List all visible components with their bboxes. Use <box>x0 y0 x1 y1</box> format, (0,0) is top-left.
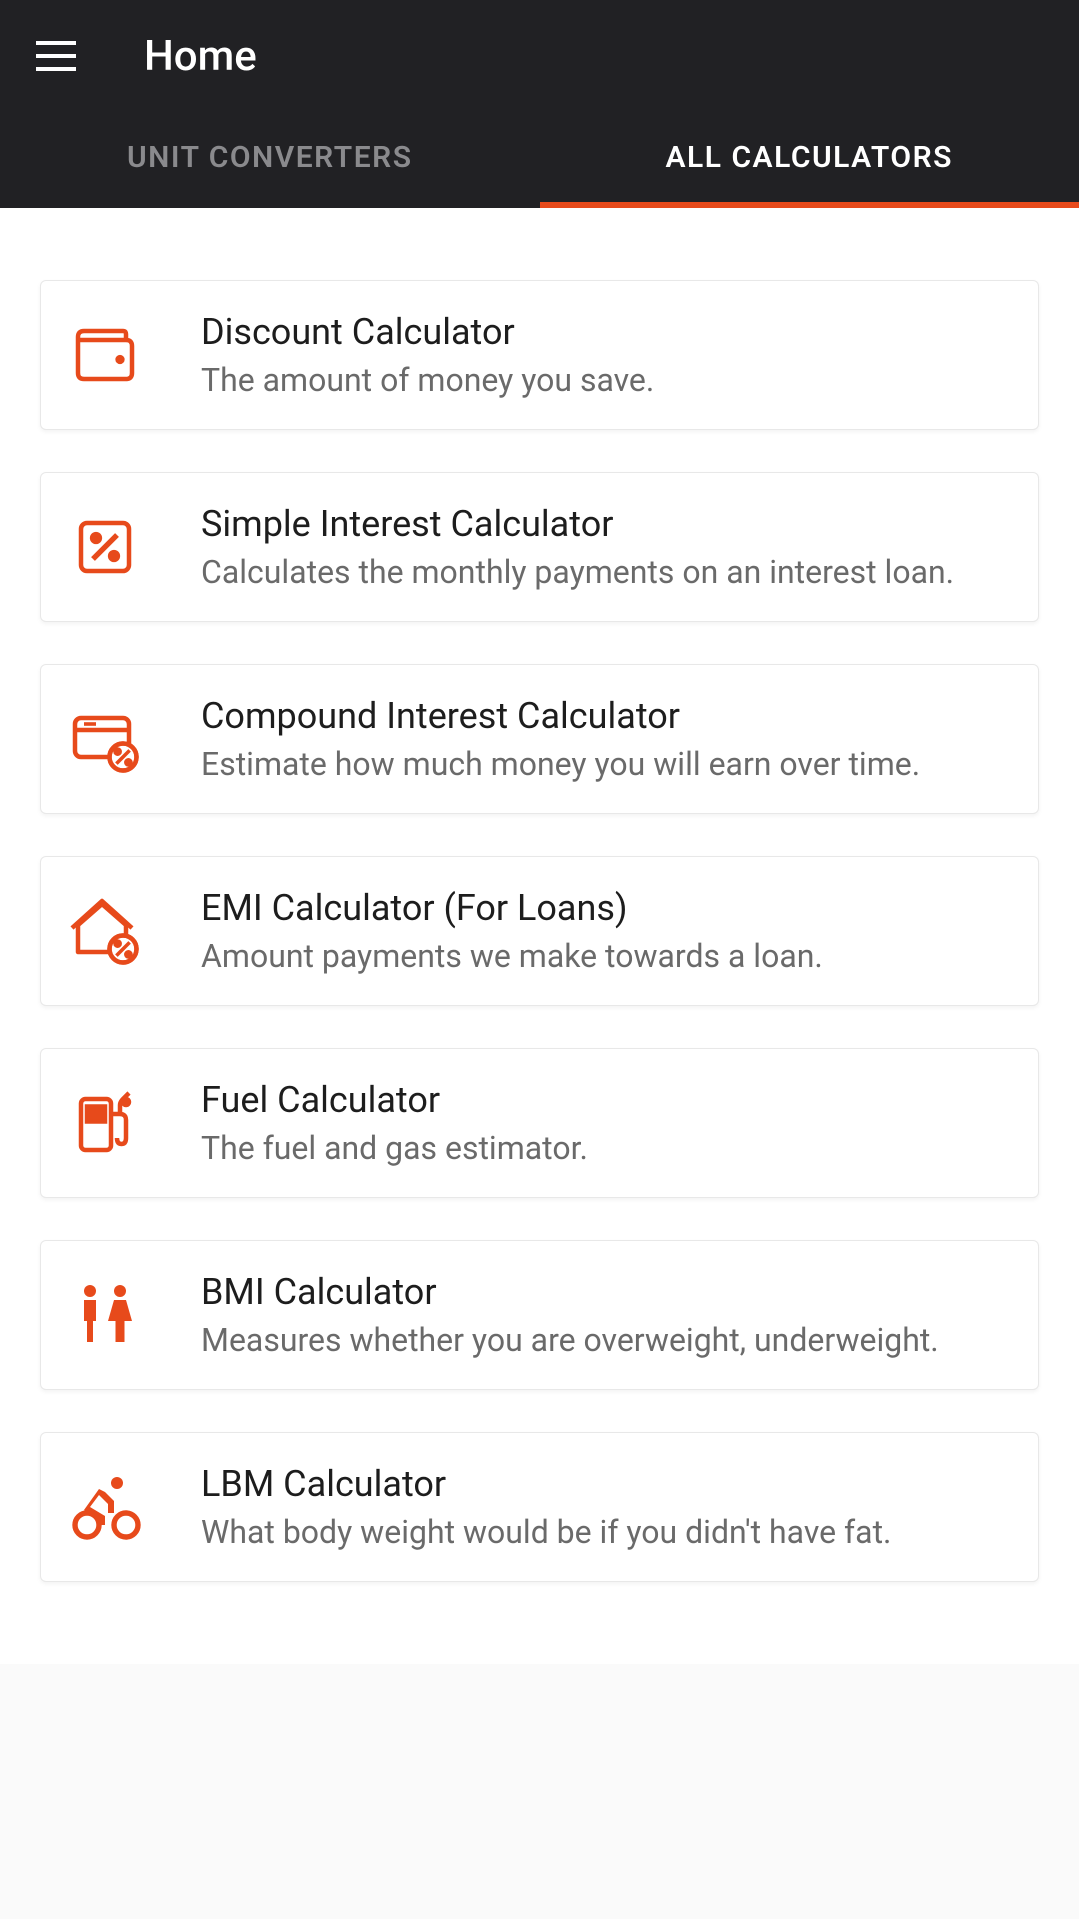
card-title: Discount Calculator <box>201 311 1010 353</box>
list-item-lbm[interactable]: LBM Calculator What body weight would be… <box>40 1432 1039 1582</box>
card-desc: The fuel and gas estimator. <box>201 1129 1010 1167</box>
card-desc: Estimate how much money you will earn ov… <box>201 745 1010 783</box>
list-item-simple-interest[interactable]: Simple Interest Calculator Calculates th… <box>40 472 1039 622</box>
card-title: Fuel Calculator <box>201 1079 1010 1121</box>
card-title: Compound Interest Calculator <box>201 695 1010 737</box>
list-item-discount[interactable]: Discount Calculator The amount of money … <box>40 280 1039 430</box>
wallet-icon <box>69 319 141 391</box>
list-item-bmi[interactable]: BMI Calculator Measures whether you are … <box>40 1240 1039 1390</box>
card-percent-icon <box>69 703 141 775</box>
card-title: EMI Calculator (For Loans) <box>201 887 1010 929</box>
list-item-fuel[interactable]: Fuel Calculator The fuel and gas estimat… <box>40 1048 1039 1198</box>
card-desc: Measures whether you are overweight, und… <box>201 1321 1010 1359</box>
people-icon <box>69 1279 141 1351</box>
card-desc: What body weight would be if you didn't … <box>201 1513 1010 1551</box>
house-percent-icon <box>69 895 141 967</box>
hamburger-icon[interactable] <box>36 41 76 71</box>
list-item-compound-interest[interactable]: Compound Interest Calculator Estimate ho… <box>40 664 1039 814</box>
cyclist-icon <box>69 1471 141 1543</box>
card-desc: Calculates the monthly payments on an in… <box>201 553 1010 591</box>
percent-box-icon <box>69 511 141 583</box>
tab-all-calculators[interactable]: ALL CALCULATORS <box>540 112 1079 208</box>
calculator-list: Discount Calculator The amount of money … <box>0 208 1079 1664</box>
card-title: BMI Calculator <box>201 1271 1010 1313</box>
card-desc: Amount payments we make towards a loan. <box>201 937 1010 975</box>
card-title: Simple Interest Calculator <box>201 503 1010 545</box>
app-header: Home <box>0 0 1079 112</box>
card-desc: The amount of money you save. <box>201 361 1010 399</box>
tab-unit-converters[interactable]: UNIT CONVERTERS <box>0 112 540 208</box>
tab-bar: UNIT CONVERTERS ALL CALCULATORS <box>0 112 1079 208</box>
list-item-emi[interactable]: EMI Calculator (For Loans) Amount paymen… <box>40 856 1039 1006</box>
card-title: LBM Calculator <box>201 1463 1010 1505</box>
page-title: Home <box>144 32 257 81</box>
fuel-icon <box>69 1087 141 1159</box>
